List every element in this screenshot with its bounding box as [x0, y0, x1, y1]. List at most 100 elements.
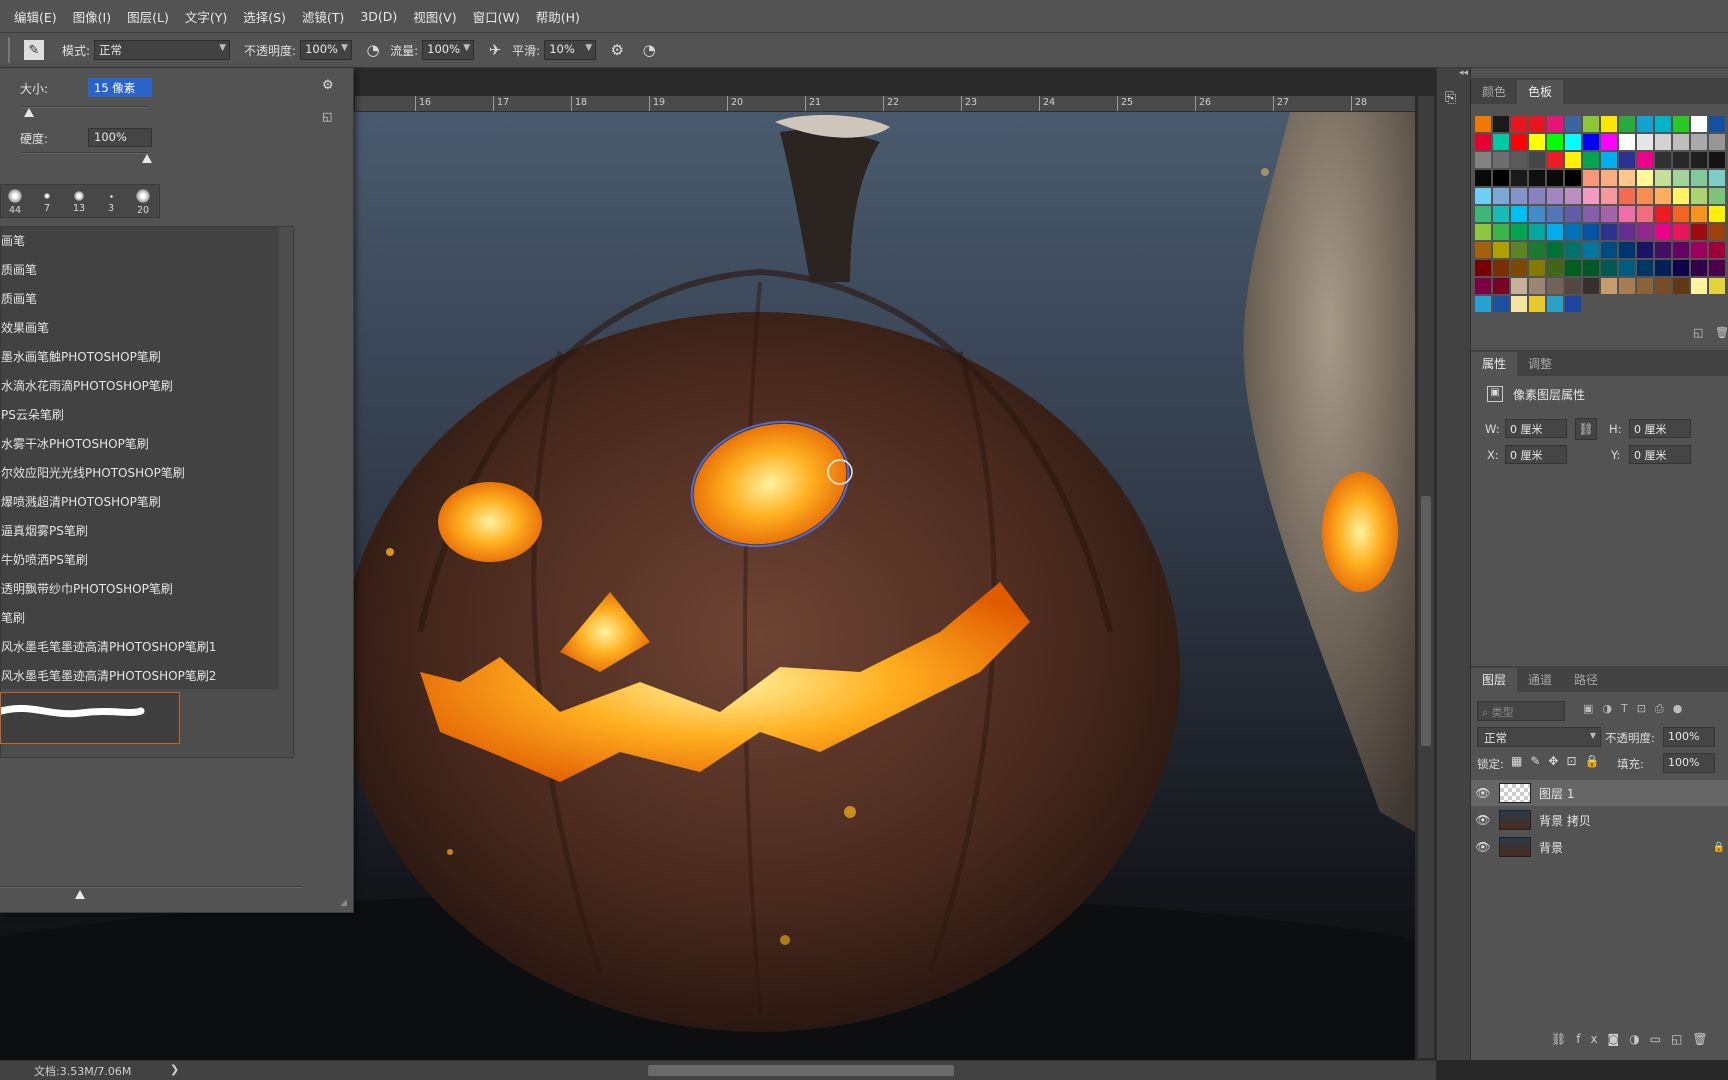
color-swatch[interactable]	[1601, 260, 1617, 276]
color-swatch[interactable]	[1637, 260, 1653, 276]
color-swatch[interactable]	[1475, 242, 1491, 258]
brush-group-item[interactable]: 水雾干冰PHOTOSHOP笔刷	[1, 430, 279, 459]
color-swatch[interactable]	[1709, 134, 1725, 150]
color-swatch[interactable]	[1619, 188, 1635, 204]
brush-group-item[interactable]: 尔效应阳光光线PHOTOSHOP笔刷	[1, 459, 279, 488]
color-swatch[interactable]	[1619, 260, 1635, 276]
color-swatch[interactable]	[1493, 260, 1509, 276]
eye-icon[interactable]: 👁	[1471, 840, 1495, 854]
gear-icon[interactable]: ⚙	[322, 78, 334, 93]
color-swatch[interactable]	[1655, 242, 1671, 258]
color-swatch[interactable]	[1529, 260, 1545, 276]
menu-item[interactable]: 图像(I)	[65, 7, 119, 26]
smoothing-select[interactable]: 10% ▼	[544, 40, 597, 60]
color-swatch[interactable]	[1673, 134, 1689, 150]
h-input[interactable]: 0 厘米	[1629, 419, 1691, 438]
brush-group-item[interactable]: 画笔	[1, 227, 279, 256]
hardness-slider-track[interactable]	[22, 152, 148, 154]
menu-item[interactable]: 选择(S)	[235, 7, 294, 26]
color-swatch[interactable]	[1691, 224, 1707, 240]
layer-footer-icons[interactable]: ⛓fx◙◑▭◱🗑	[1551, 1032, 1718, 1046]
color-swatch[interactable]	[1709, 116, 1725, 132]
history-icon[interactable]: ⎘	[1445, 90, 1463, 110]
color-swatch[interactable]	[1655, 170, 1671, 186]
color-swatch[interactable]	[1529, 170, 1545, 186]
color-swatch[interactable]	[1655, 206, 1671, 222]
brush-group-item[interactable]: 墨水画笔触PHOTOSHOP笔刷	[1, 343, 279, 372]
layer-row[interactable]: 👁 图层 1	[1471, 780, 1728, 806]
color-swatch[interactable]	[1673, 242, 1689, 258]
status-menu-arrow-icon[interactable]: ❯	[170, 1063, 179, 1076]
color-swatch[interactable]	[1475, 296, 1491, 312]
brush-group-item[interactable]: 水滴水花雨滴PHOTOSHOP笔刷	[1, 372, 279, 401]
tab-color[interactable]: 颜色	[1471, 80, 1517, 104]
tab-properties[interactable]: 属性	[1471, 352, 1518, 376]
color-swatch[interactable]	[1655, 278, 1671, 294]
brush-group-item[interactable]: 效果画笔	[1, 314, 279, 343]
color-swatch[interactable]	[1565, 260, 1581, 276]
layer-filter-field[interactable]: ⌕ 类型	[1477, 701, 1565, 721]
color-swatch[interactable]	[1691, 206, 1707, 222]
blend-mode-select[interactable]: 正常 ▼	[1477, 727, 1601, 747]
color-swatch[interactable]	[1583, 278, 1599, 294]
color-swatch[interactable]	[1529, 152, 1545, 168]
color-swatch[interactable]	[1619, 278, 1635, 294]
color-swatch[interactable]	[1511, 206, 1527, 222]
color-swatch[interactable]	[1547, 152, 1563, 168]
color-swatch[interactable]	[1493, 134, 1509, 150]
hardness-slider-handle[interactable]	[142, 154, 152, 163]
color-swatch[interactable]	[1493, 188, 1509, 204]
color-swatch[interactable]	[1619, 116, 1635, 132]
thumbnail-size-handle[interactable]	[75, 890, 85, 899]
color-swatch[interactable]	[1475, 224, 1491, 240]
color-swatch[interactable]	[1709, 170, 1725, 186]
color-swatch[interactable]	[1565, 242, 1581, 258]
new-preset-icon[interactable]: ◱	[322, 110, 332, 123]
vertical-scrollbar-thumb[interactable]	[1421, 496, 1431, 746]
brush-group-item[interactable]: 笔刷	[1, 604, 279, 633]
gear-icon[interactable]: ⚙	[606, 39, 628, 61]
brush-group-item[interactable]: 牛奶喷洒PS笔刷	[1, 546, 279, 575]
color-swatch[interactable]	[1529, 242, 1545, 258]
color-swatch[interactable]	[1655, 260, 1671, 276]
color-swatch[interactable]	[1547, 260, 1563, 276]
color-swatch[interactable]	[1547, 242, 1563, 258]
color-swatch[interactable]	[1493, 296, 1509, 312]
color-swatch[interactable]	[1601, 134, 1617, 150]
brush-preset-list[interactable]: 画笔 质画笔 质画笔 效果画笔 墨水画笔触PHOTOSHOP笔刷 水滴水花雨滴PHOTOS…	[0, 226, 294, 758]
brush-group-item[interactable]: 逼真烟雾PS笔刷	[1, 517, 279, 546]
collapse-icon[interactable]: ◂◂	[1459, 68, 1468, 78]
horizontal-scrollbar-thumb[interactable]	[648, 1065, 954, 1076]
color-swatch[interactable]	[1673, 188, 1689, 204]
color-swatch[interactable]	[1619, 242, 1635, 258]
link-icon[interactable]: ⛓	[1575, 418, 1597, 440]
color-swatch[interactable]	[1601, 116, 1617, 132]
airbrush-icon[interactable]: ✈	[484, 39, 506, 61]
brush-preset-icon[interactable]: ✎	[24, 40, 44, 60]
color-swatch[interactable]	[1475, 116, 1491, 132]
color-swatch[interactable]	[1673, 170, 1689, 186]
color-swatch[interactable]	[1601, 224, 1617, 240]
color-swatch[interactable]	[1547, 116, 1563, 132]
color-swatch[interactable]	[1583, 170, 1599, 186]
color-swatch[interactable]	[1691, 116, 1707, 132]
color-swatch[interactable]	[1691, 188, 1707, 204]
color-swatch[interactable]	[1709, 152, 1725, 168]
layer-row[interactable]: 👁 背景 拷贝	[1471, 807, 1728, 833]
color-swatch[interactable]	[1637, 224, 1653, 240]
color-swatch[interactable]	[1655, 188, 1671, 204]
menu-item[interactable]: 滤镜(T)	[294, 7, 352, 26]
menu-item[interactable]: 编辑(E)	[6, 7, 65, 26]
color-swatch[interactable]	[1493, 152, 1509, 168]
tab-paths[interactable]: 路径	[1563, 668, 1609, 692]
brush-group-item[interactable]: 风水墨毛笔墨迹高清PHOTOSHOP笔刷2	[1, 662, 279, 691]
size-input[interactable]: 15 像素	[88, 78, 152, 97]
menu-item[interactable]: 视图(V)	[405, 7, 464, 26]
color-swatch[interactable]	[1709, 206, 1725, 222]
menu-item[interactable]: 3D(D)	[352, 9, 405, 24]
x-input[interactable]: 0 厘米	[1505, 445, 1567, 464]
color-swatch[interactable]	[1583, 134, 1599, 150]
color-swatch[interactable]	[1673, 152, 1689, 168]
color-swatch[interactable]	[1511, 152, 1527, 168]
color-swatch[interactable]	[1529, 224, 1545, 240]
